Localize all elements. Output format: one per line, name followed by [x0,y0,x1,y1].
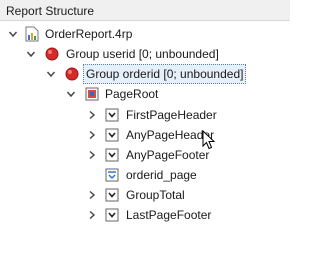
tree-node-label: Group userid [0; unbounded] [66,47,219,61]
tree-node-group-orderid[interactable]: Group orderid [0; unbounded] [0,64,290,84]
container-icon [104,105,120,125]
structure-tree[interactable]: OrderReport.4rp Group userid [0; unbound… [0,21,290,263]
container-icon [104,185,120,205]
mouse-cursor-icon [202,129,216,153]
tree-node-label: AnyPageFooter [126,148,210,162]
tree-node-label: orderid_page [126,168,197,182]
red-group-icon [64,64,80,84]
tree-node-group-userid[interactable]: Group userid [0; unbounded] [0,44,290,64]
tree-node-label: GroupTotal [126,188,185,202]
tree-node-child[interactable]: FirstPageHeader [0,105,290,125]
tree-node-root[interactable]: OrderReport.4rp [0,24,290,44]
tree-node-label: OrderReport.4rp [45,27,133,41]
container-icon [104,125,120,145]
panel-header: Report Structure [0,0,290,21]
chevron-right-icon[interactable] [86,125,98,145]
tree-node-child[interactable]: orderid_page [0,165,290,185]
tree-node-child[interactable]: GroupTotal [0,185,290,205]
chevron-right-icon[interactable] [86,145,98,165]
tree-node-label: FirstPageHeader [126,108,217,122]
tree-node-child[interactable]: AnyPageFooter [0,145,290,165]
chevron-right-icon[interactable] [86,105,98,125]
tree-node-label: LastPageFooter [126,208,212,222]
tree-node-page-root[interactable]: PageRoot [0,84,290,104]
container-icon [104,145,120,165]
chevron-right-icon[interactable] [86,185,98,205]
tree-node-label: AnyPageHeader [126,128,215,142]
tree-node-child[interactable]: LastPageFooter [0,205,290,225]
container-icon [104,205,120,225]
panel-title: Report Structure [6,4,95,18]
page-break-icon [104,165,120,185]
report-file-icon [24,24,40,44]
chevron-down-icon[interactable] [25,44,37,64]
tree-node-child[interactable]: AnyPageHeader [0,125,290,145]
chevron-right-icon[interactable] [86,205,98,225]
chevron-down-icon[interactable] [7,24,19,44]
chevron-down-icon[interactable] [65,84,77,104]
tree-node-label: Group orderid [0; unbounded] [83,64,247,84]
tree-node-label: PageRoot [105,87,159,101]
red-group-icon [44,44,60,64]
page-root-icon [84,84,100,104]
chevron-down-icon[interactable] [45,64,57,84]
